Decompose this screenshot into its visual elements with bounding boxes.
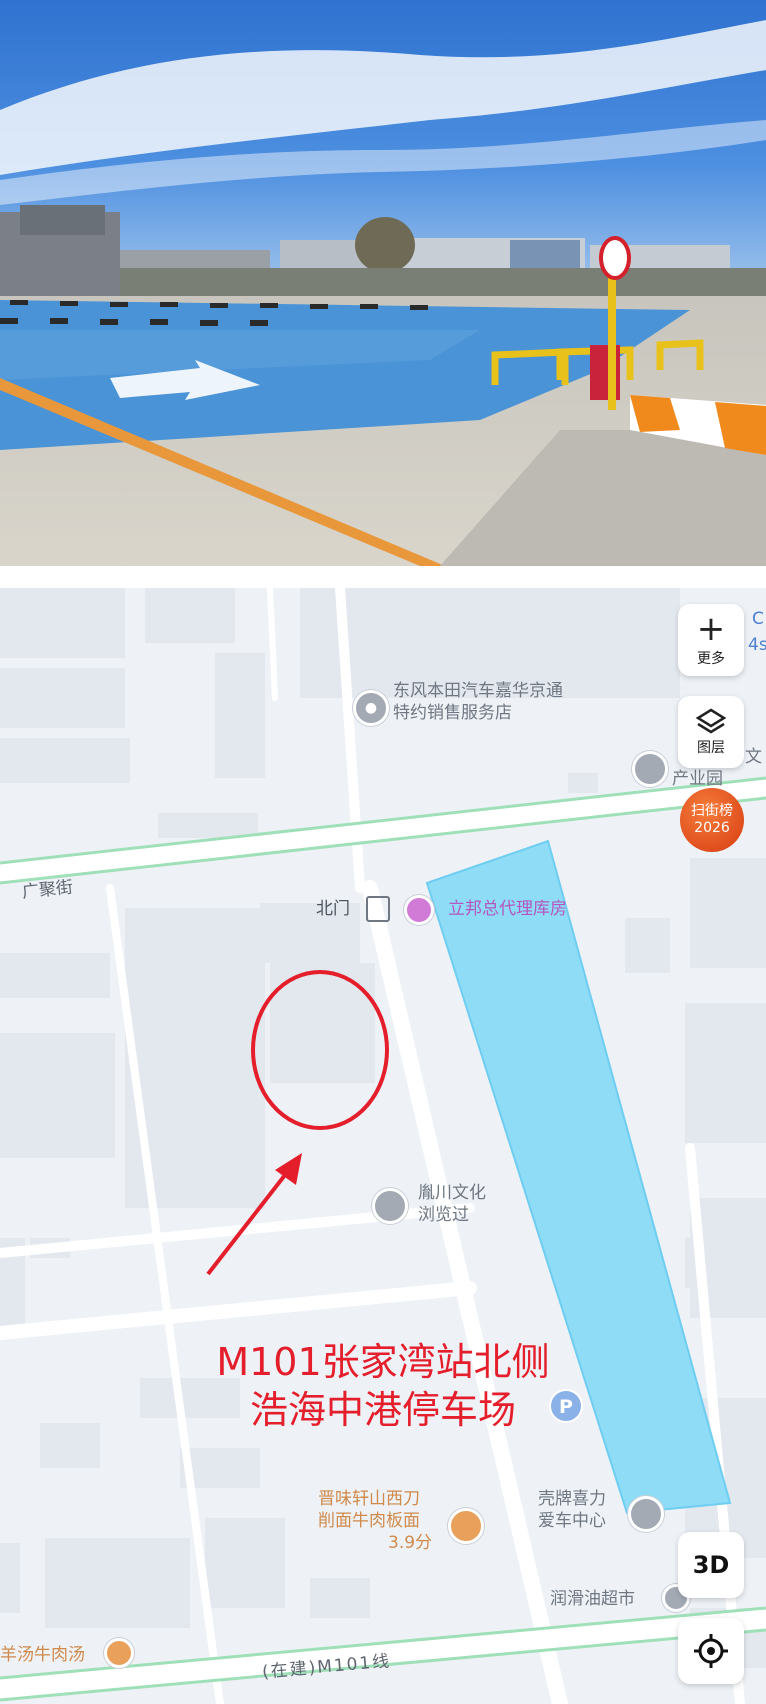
poi-top-right-c: C bbox=[752, 609, 764, 629]
restaurant-icon[interactable] bbox=[448, 1508, 484, 1544]
poi-dongfeng[interactable]: 东风本田汽车嘉华京通 特约销售服务店 bbox=[393, 680, 563, 724]
poi-yangtang[interactable]: 羊汤牛肉汤 bbox=[0, 1644, 85, 1666]
lock-icon[interactable] bbox=[372, 1188, 408, 1224]
gate-icon bbox=[366, 896, 390, 922]
restaurant-icon[interactable] bbox=[104, 1638, 134, 1668]
plus-icon: + bbox=[696, 609, 726, 649]
poi-runhua[interactable]: 润滑油超市 bbox=[550, 1588, 635, 1610]
annotation-line1: M101张家湾站北侧 bbox=[216, 1340, 550, 1384]
poi-chanyeyuan[interactable]: 产业园 bbox=[672, 768, 723, 790]
view-3d-button[interactable]: 3D bbox=[678, 1532, 744, 1598]
poi-north-gate[interactable]: 北门 bbox=[316, 898, 350, 920]
poi-top-right-4s: 4s bbox=[748, 635, 766, 655]
map-view[interactable]: P 广聚街 (在建)M101线 ● 东风本田汽车嘉华京通 特约销售服务店 北门 … bbox=[0, 588, 766, 1704]
poi-libang[interactable]: 立邦总代理库房 bbox=[448, 898, 567, 920]
parking-lot-image bbox=[0, 0, 766, 566]
warehouse-icon[interactable] bbox=[404, 895, 434, 925]
car-service-icon[interactable] bbox=[628, 1496, 664, 1532]
more-button[interactable]: + 更多 bbox=[678, 604, 744, 676]
poi-yinchuan[interactable]: 胤川文化 浏览过 bbox=[418, 1182, 486, 1226]
layers-icon bbox=[695, 708, 727, 734]
lock-icon[interactable] bbox=[632, 751, 668, 787]
annotation-line2: 浩海中港停车场 bbox=[249, 1388, 516, 1432]
scan-street-badge[interactable]: 扫街榜 2026 bbox=[680, 788, 744, 852]
car-dealer-icon[interactable]: ● bbox=[353, 690, 389, 726]
locate-button[interactable] bbox=[678, 1618, 744, 1684]
locate-icon bbox=[694, 1634, 728, 1668]
poi-right-partial: 文 bbox=[745, 747, 762, 767]
layers-button[interactable]: 图层 bbox=[678, 696, 744, 768]
poi-jinwei[interactable]: 晋味轩山西刀 削面牛肉板面 3.9分 bbox=[318, 1488, 432, 1554]
parking-lot-photo bbox=[0, 0, 766, 566]
poi-shell[interactable]: 壳牌喜力 爱车中心 bbox=[538, 1488, 606, 1532]
